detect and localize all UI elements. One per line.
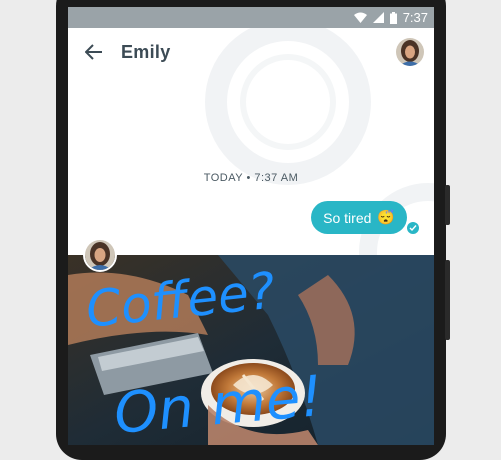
conversation-timestamp: TODAY • 7:37 AM: [203, 172, 299, 184]
message-bubble[interactable]: So tired 😴: [311, 201, 407, 234]
arrow-left-icon: [84, 43, 103, 65]
phone-screen: 7:37 Emily TODAY • 7:37 AM So tired 😴 Co…: [68, 7, 434, 445]
status-bar: 7:37: [68, 7, 434, 28]
app-bar: Emily: [68, 28, 434, 80]
handwriting-overlay: Coffee? On me!: [83, 261, 326, 445]
contact-name: Emily: [121, 42, 171, 62]
handwriting-coffee: Coffee?: [83, 261, 278, 339]
shared-photo[interactable]: Coffee? On me!: [68, 255, 434, 445]
sender-avatar[interactable]: [83, 238, 117, 272]
message-text: So tired: [323, 209, 372, 226]
sleeping-face-icon: 😴: [377, 209, 395, 225]
handwriting-on-me: On me!: [112, 364, 326, 445]
checkmark-icon: [407, 222, 419, 234]
volume-button: [445, 260, 450, 340]
back-button[interactable]: [80, 40, 108, 68]
status-time: 7:37: [402, 10, 428, 25]
wifi-icon: [353, 12, 367, 23]
avatar[interactable]: [396, 38, 424, 66]
battery-icon: [389, 11, 397, 24]
power-button: [445, 185, 450, 225]
signal-icon: [372, 12, 384, 23]
